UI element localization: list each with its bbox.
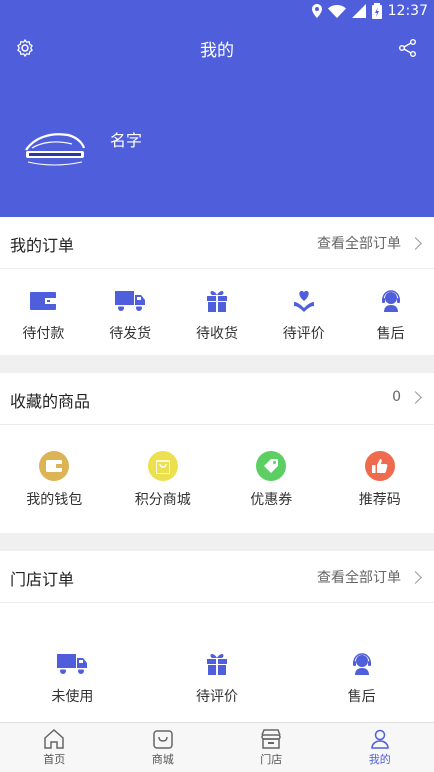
cell-label: 待评价 xyxy=(196,689,238,705)
page-title: 我的 xyxy=(200,41,234,61)
my-wallet[interactable]: 我的钱包 xyxy=(0,451,109,509)
avatar[interactable] xyxy=(20,112,88,180)
status-bar: 12:37 xyxy=(0,0,434,24)
favorites-count-link[interactable]: 0 xyxy=(392,389,422,405)
support-agent-icon xyxy=(352,653,371,675)
cell-label: 售后 xyxy=(376,326,405,342)
gift-icon xyxy=(206,291,227,312)
support-agent-icon xyxy=(381,290,400,312)
heart-hands-icon xyxy=(293,290,314,312)
section-title: 收藏的商品 xyxy=(10,392,91,411)
my-orders-header[interactable]: 我的订单 查看全部订单 xyxy=(0,217,434,269)
view-all-orders-link[interactable]: 查看全部订单 xyxy=(317,233,422,253)
favorites-count: 0 xyxy=(392,389,401,405)
store-order-grid: 未使用 待评价 售后 xyxy=(0,650,434,706)
store-orders-header[interactable]: 门店订单 查看全部订单 xyxy=(0,551,434,603)
bag-icon xyxy=(153,730,173,749)
order-status-grid: 待付款 待发货 待收货 待评价 售后 xyxy=(0,287,434,343)
store-order-pending-review[interactable]: 待评价 xyxy=(145,650,290,706)
nav-mine[interactable]: 我的 xyxy=(326,723,434,772)
my-orders-section: 我的订单 查看全部订单 待付款 待发货 待收货 待评价 售后 xyxy=(0,217,434,355)
favorites-header[interactable]: 收藏的商品 0 xyxy=(0,373,434,425)
nav-label: 商城 xyxy=(151,753,174,766)
cell-label: 优惠券 xyxy=(250,492,293,508)
thumbs-up-icon xyxy=(371,459,388,473)
profile-header: 12:37 我的 名字 xyxy=(0,0,434,217)
wifi-icon xyxy=(327,5,346,18)
location-icon xyxy=(311,4,322,18)
cell-label: 售后 xyxy=(347,689,376,705)
order-pending-receipt[interactable]: 待收货 xyxy=(174,287,261,343)
order-pending-shipment[interactable]: 待发货 xyxy=(87,287,174,343)
chevron-right-icon xyxy=(409,570,422,584)
clock: 12:37 xyxy=(387,3,428,19)
store-order-after-sales[interactable]: 售后 xyxy=(289,650,434,706)
order-pending-review[interactable]: 待评价 xyxy=(260,287,347,343)
car-logo-icon xyxy=(25,133,86,166)
store-orders-section: 门店订单 查看全部订单 未使用 待评价 售后 xyxy=(0,551,434,722)
signal-icon xyxy=(351,4,366,18)
profile-page: 12:37 我的 名字 我的订单 查看全部订单 待付款 待发货 待收货 待评价 … xyxy=(0,0,434,772)
nav-home[interactable]: 首页 xyxy=(0,723,109,772)
cell-label: 待付款 xyxy=(22,326,65,342)
nav-label: 首页 xyxy=(43,753,66,766)
wallet-icon xyxy=(30,292,57,310)
services-grid: 我的钱包 积分商城 优惠券 推荐码 xyxy=(0,451,434,509)
tag-icon xyxy=(264,459,279,473)
nav-mall[interactable]: 商城 xyxy=(109,723,218,772)
share-icon[interactable] xyxy=(398,38,418,58)
store-icon xyxy=(261,729,281,749)
coupons[interactable]: 优惠券 xyxy=(217,451,326,509)
truck-icon xyxy=(57,654,88,674)
nav-label: 门店 xyxy=(260,753,283,766)
cell-label: 积分商城 xyxy=(134,492,191,508)
cell-label: 未使用 xyxy=(51,689,94,705)
section-title: 门店订单 xyxy=(10,570,75,589)
battery-icon xyxy=(371,3,382,19)
cell-label: 推荐码 xyxy=(358,492,401,508)
wallet-icon xyxy=(46,460,63,472)
chevron-right-icon xyxy=(409,236,422,250)
user-icon xyxy=(370,729,389,749)
section-title: 我的订单 xyxy=(10,236,75,255)
points-mall[interactable]: 积分商城 xyxy=(109,451,218,509)
view-all-store-orders-link[interactable]: 查看全部订单 xyxy=(317,567,422,587)
chevron-right-icon xyxy=(409,390,422,404)
cell-label: 待评价 xyxy=(282,326,325,342)
referral-code[interactable]: 推荐码 xyxy=(326,451,434,509)
cell-label: 我的钱包 xyxy=(26,492,83,508)
top-bar: 我的 xyxy=(0,30,434,66)
view-all-label: 查看全部订单 xyxy=(317,236,401,252)
truck-icon xyxy=(115,291,146,311)
view-all-label: 查看全部订单 xyxy=(317,570,401,586)
nav-label: 我的 xyxy=(368,753,391,766)
store-order-unused[interactable]: 未使用 xyxy=(0,650,145,706)
order-pending-payment[interactable]: 待付款 xyxy=(0,287,87,343)
username[interactable]: 名字 xyxy=(110,127,142,151)
gift-icon xyxy=(207,654,227,675)
favorites-section: 收藏的商品 0 我的钱包 积分商城 优惠券 推荐码 xyxy=(0,373,434,533)
nav-store[interactable]: 门店 xyxy=(217,723,326,772)
bottom-nav: 首页 商城 门店 我的 xyxy=(0,722,434,772)
order-after-sales[interactable]: 售后 xyxy=(347,287,434,343)
home-icon xyxy=(44,729,64,749)
shopping-bag-icon xyxy=(155,460,170,474)
cell-label: 待发货 xyxy=(109,326,152,342)
cell-label: 待收货 xyxy=(195,326,238,342)
